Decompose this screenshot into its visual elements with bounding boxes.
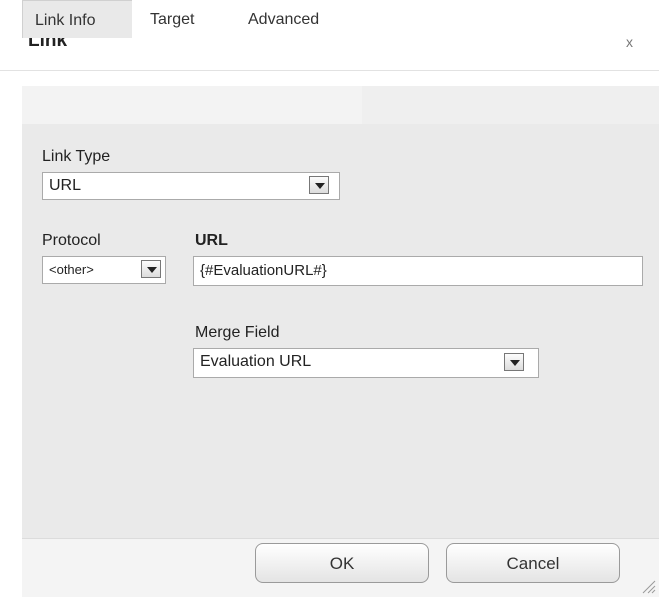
tab-strip [22,86,362,124]
merge-field-value: Evaluation URL [200,353,312,370]
resize-grip-icon[interactable] [640,578,656,594]
chevron-down-icon [309,176,329,194]
ok-button[interactable]: OK [255,543,429,583]
tab-target[interactable]: Target [150,0,194,38]
tab-link-info[interactable]: Link Info [22,0,132,38]
url-label: URL [195,232,228,249]
link-dialog: Link x Link Info Target Advanced Link Ty… [0,0,659,597]
chevron-down-icon [504,353,524,371]
link-info-panel: Link Type URL Protocol <other> URL {#Eva… [22,124,659,538]
tab-advanced-label: Advanced [248,11,320,28]
close-icon[interactable]: x [626,34,633,50]
protocol-value: <other> [49,262,94,277]
link-type-label: Link Type [42,148,111,165]
url-input[interactable]: {#EvaluationURL#} [193,256,643,286]
cancel-button[interactable]: Cancel [446,543,620,583]
merge-field-select[interactable]: Evaluation URL [193,348,539,378]
protocol-select[interactable]: <other> [42,256,166,284]
tab-target-label: Target [150,11,195,28]
merge-field-label: Merge Field [195,324,280,341]
protocol-label: Protocol [42,232,101,249]
link-type-value: URL [49,177,82,194]
tab-link-info-label: Link Info [35,12,96,29]
chevron-down-icon [141,260,161,278]
link-type-select[interactable]: URL [42,172,340,200]
tab-advanced[interactable]: Advanced [248,0,319,38]
dialog-footer: OK Cancel [22,538,659,597]
